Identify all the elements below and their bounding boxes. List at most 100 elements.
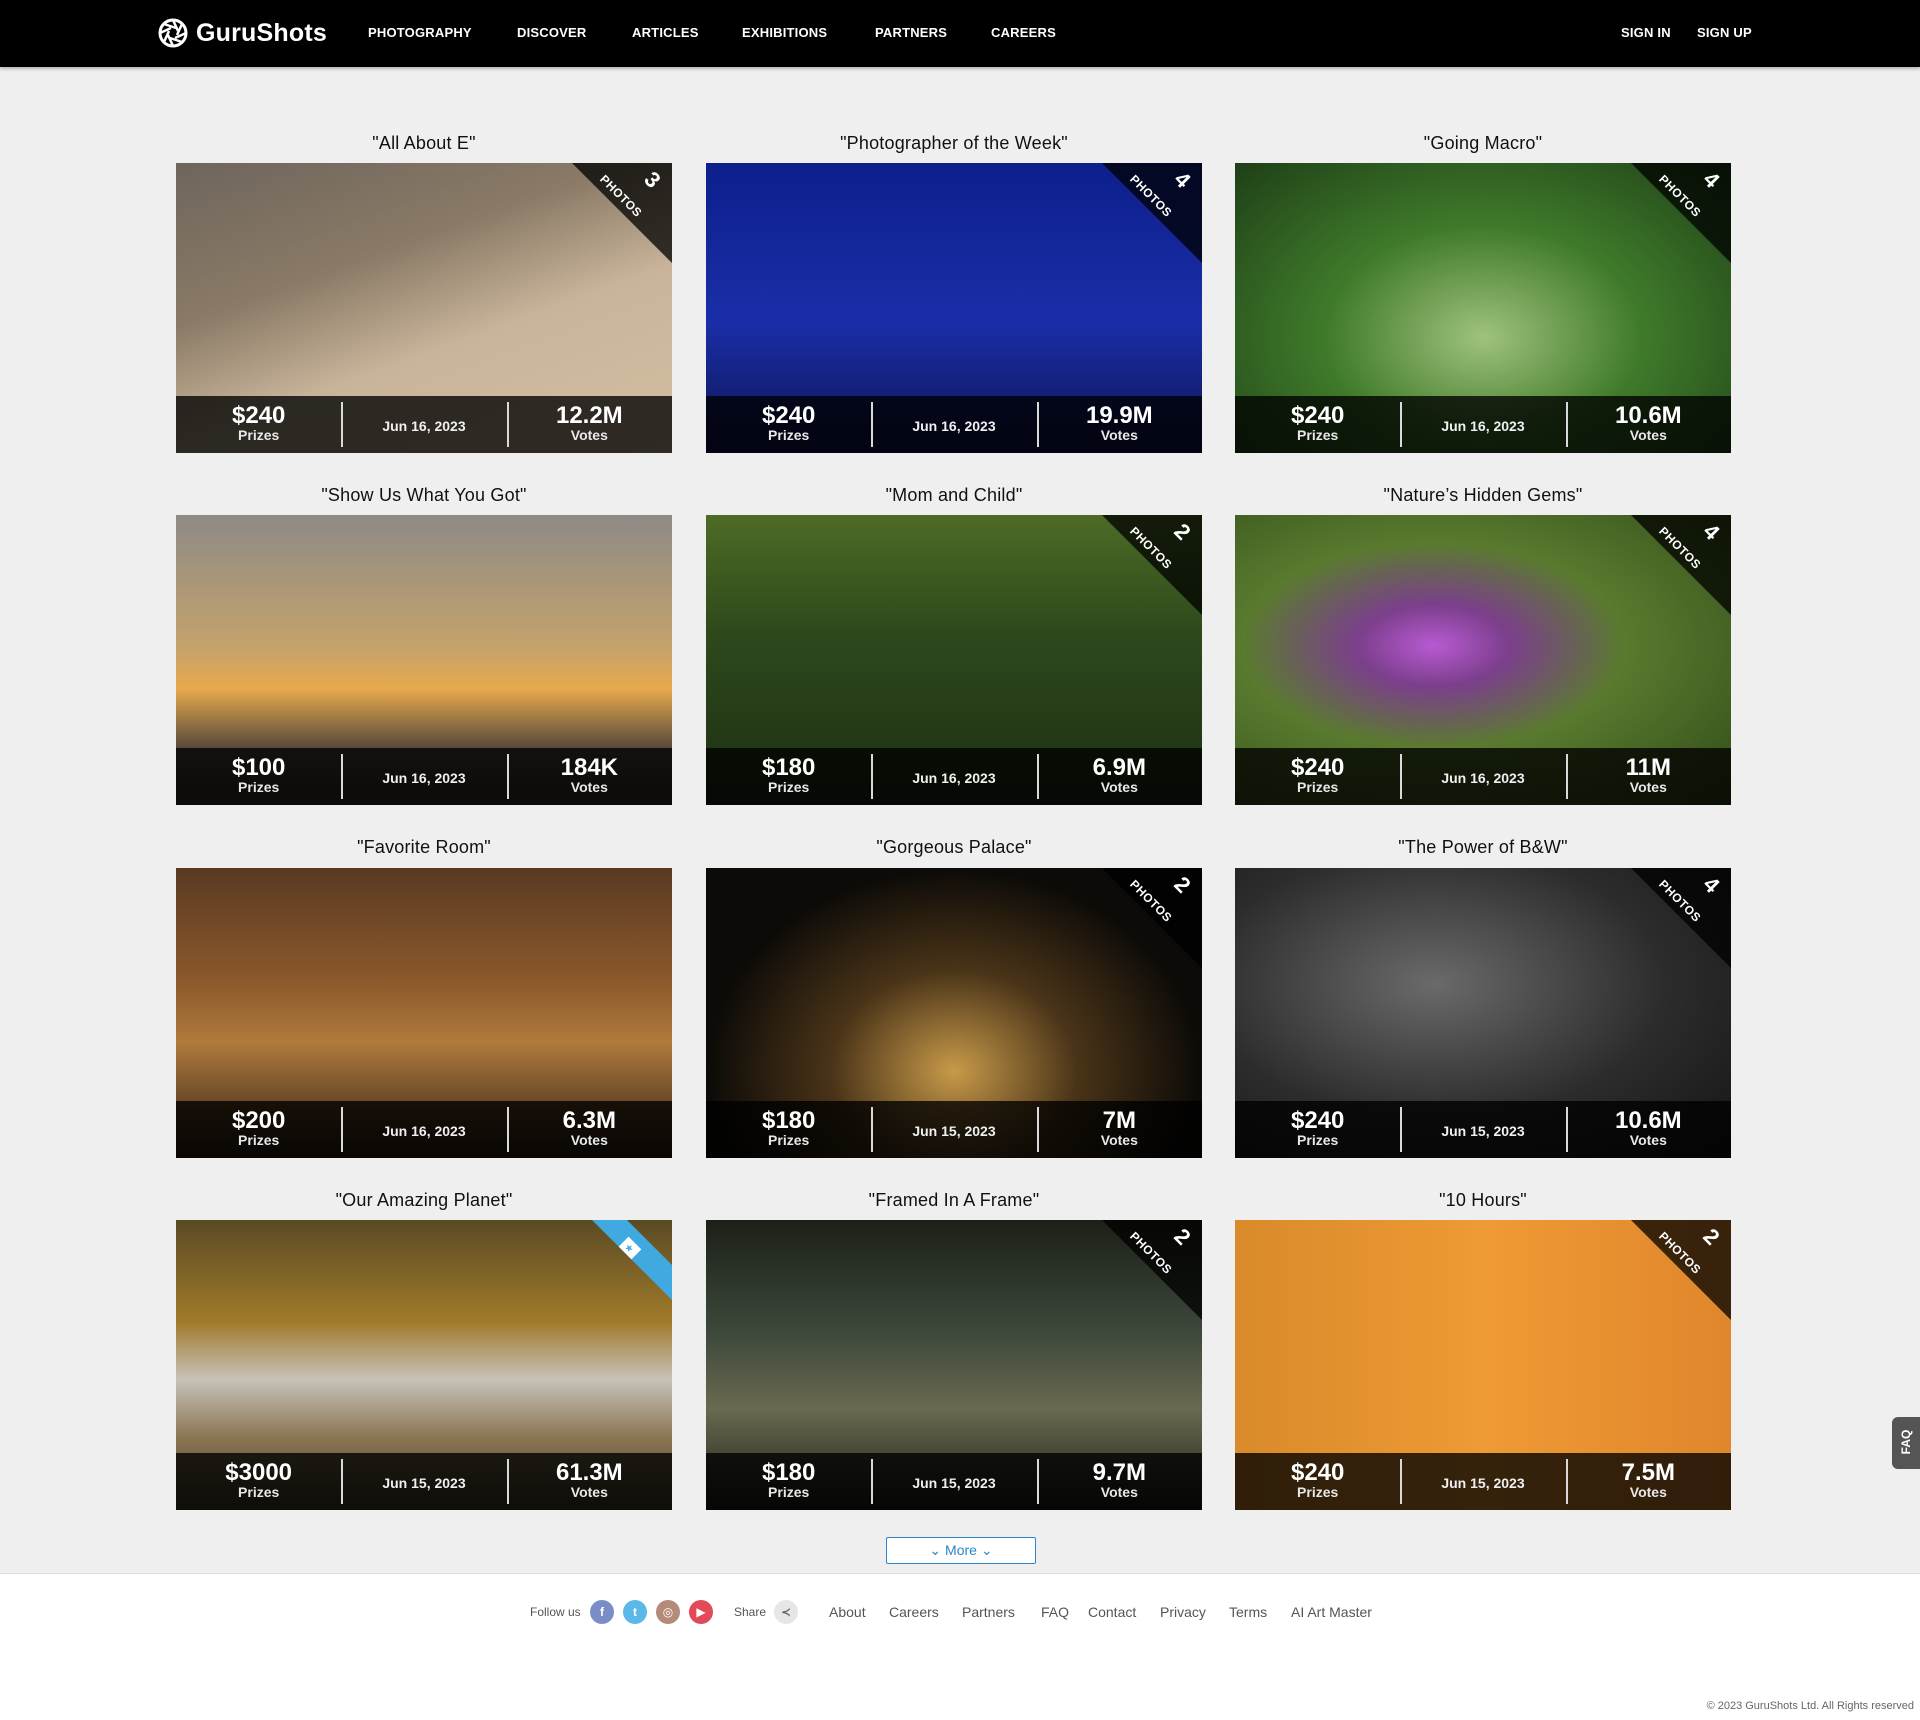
prize-label: Prizes bbox=[1297, 779, 1339, 795]
prize-label: Prizes bbox=[768, 1132, 810, 1148]
nav-articles[interactable]: ARTICLES bbox=[632, 25, 699, 40]
challenge-card[interactable]: 4 PHOTOS $240 Prizes Jun 16, 2023 11M Votes bbox=[1235, 515, 1731, 805]
challenge-card[interactable]: 2 PHOTOS $180 Prizes Jun 15, 2023 7M Votes bbox=[706, 868, 1202, 1158]
nav-careers[interactable]: CAREERS bbox=[991, 25, 1056, 40]
votes-label: Votes bbox=[570, 779, 608, 795]
challenge-card[interactable]: 2 PHOTOS $180 Prizes Jun 16, 2023 6.9M Votes bbox=[706, 515, 1202, 805]
footer-link-about[interactable]: About bbox=[829, 1604, 866, 1620]
challenge-title[interactable]: "Going Macro" bbox=[1235, 133, 1731, 154]
challenge-card[interactable]: ★ $3000 Prizes Jun 15, 2023 61.3M Votes bbox=[176, 1220, 672, 1510]
challenge-stats-bar: $180 Prizes Jun 15, 2023 7M Votes bbox=[706, 1101, 1202, 1158]
prize-label: Prizes bbox=[1297, 427, 1339, 443]
challenge-card[interactable]: $100 Prizes Jun 16, 2023 184K Votes bbox=[176, 515, 672, 805]
challenge-date: Jun 16, 2023 bbox=[912, 418, 996, 434]
votes-label: Votes bbox=[1629, 1484, 1667, 1500]
chevron-down-icon: ⌄ bbox=[929, 1542, 942, 1558]
footer-link-terms[interactable]: Terms bbox=[1229, 1604, 1267, 1620]
challenge-date: Jun 16, 2023 bbox=[382, 418, 466, 434]
challenge-stats-bar: $180 Prizes Jun 15, 2023 9.7M Votes bbox=[706, 1453, 1202, 1510]
share-label: Share bbox=[734, 1605, 767, 1619]
challenge-title[interactable]: "Mom and Child" bbox=[706, 485, 1202, 506]
challenge-title[interactable]: "Photographer of the Week" bbox=[706, 133, 1202, 154]
photos-ribbon: 4 PHOTOS bbox=[1631, 515, 1731, 615]
challenge-title[interactable]: "Our Amazing Planet" bbox=[176, 1190, 672, 1211]
prize-label: Prizes bbox=[1297, 1132, 1339, 1148]
challenge-title[interactable]: "Framed In A Frame" bbox=[706, 1190, 1202, 1211]
photos-ribbon: 3 PHOTOS bbox=[572, 163, 672, 263]
challenge-card[interactable]: 2 PHOTOS $240 Prizes Jun 15, 2023 7.5M Votes bbox=[1235, 1220, 1731, 1510]
prize-amount: $3000 bbox=[225, 1459, 293, 1486]
footer-link-faq[interactable]: FAQ bbox=[1041, 1604, 1069, 1620]
challenge-stats-bar: $240 Prizes Jun 16, 2023 10.6M Votes bbox=[1235, 396, 1731, 453]
votes-count: 10.6M bbox=[1614, 402, 1682, 429]
nav-exhibitions[interactable]: EXHIBITIONS bbox=[742, 25, 827, 40]
youtube-icon[interactable]: ▶ bbox=[689, 1600, 713, 1624]
votes-count: 10.6M bbox=[1614, 1107, 1682, 1134]
prize-amount: $240 bbox=[1290, 754, 1345, 781]
challenge-date: Jun 15, 2023 bbox=[912, 1475, 996, 1491]
more-button-label: More bbox=[945, 1542, 977, 1558]
votes-count: 12.2M bbox=[555, 402, 623, 429]
challenge-title[interactable]: "All About E" bbox=[176, 133, 672, 154]
footer-link-careers[interactable]: Careers bbox=[889, 1604, 939, 1620]
more-button[interactable]: ⌄ More ⌄ bbox=[886, 1537, 1036, 1564]
prize-amount: $100 bbox=[231, 754, 286, 781]
prize-amount: $240 bbox=[1290, 1107, 1345, 1134]
votes-label: Votes bbox=[570, 1484, 608, 1500]
votes-count: 7M bbox=[1102, 1107, 1136, 1134]
challenge-card[interactable]: $200 Prizes Jun 16, 2023 6.3M Votes bbox=[176, 868, 672, 1158]
challenge-card[interactable]: 3 PHOTOS $240 Prizes Jun 16, 2023 12.2M Votes bbox=[176, 163, 672, 453]
challenge-stats-bar: $100 Prizes Jun 16, 2023 184K Votes bbox=[176, 748, 672, 805]
prize-label: Prizes bbox=[768, 779, 810, 795]
nav-partners[interactable]: PARTNERS bbox=[875, 25, 947, 40]
challenge-stats-bar: $240 Prizes Jun 15, 2023 7.5M Votes bbox=[1235, 1453, 1731, 1510]
challenge-date: Jun 16, 2023 bbox=[1441, 770, 1525, 786]
votes-count: 9.7M bbox=[1092, 1459, 1146, 1486]
votes-label: Votes bbox=[1100, 779, 1138, 795]
share-icon[interactable]: ≺ bbox=[774, 1600, 798, 1624]
footer-link-ai-art-master[interactable]: AI Art Master bbox=[1291, 1604, 1372, 1620]
challenge-title[interactable]: "10 Hours" bbox=[1235, 1190, 1731, 1211]
nav-discover[interactable]: DISCOVER bbox=[517, 25, 587, 40]
sign-in-link[interactable]: SIGN IN bbox=[1621, 25, 1671, 40]
votes-label: Votes bbox=[1100, 427, 1138, 443]
challenge-title[interactable]: "The Power of B&W" bbox=[1235, 837, 1731, 858]
chevron-down-icon: ⌄ bbox=[980, 1542, 993, 1558]
challenge-title[interactable]: "Gorgeous Palace" bbox=[706, 837, 1202, 858]
votes-label: Votes bbox=[1100, 1484, 1138, 1500]
footer-link-contact[interactable]: Contact bbox=[1088, 1604, 1136, 1620]
challenge-date: Jun 16, 2023 bbox=[1441, 418, 1525, 434]
prize-amount: $180 bbox=[761, 1459, 816, 1486]
challenge-title[interactable]: "Show Us What You Got" bbox=[176, 485, 672, 506]
challenge-title[interactable]: "Nature’s Hidden Gems" bbox=[1235, 485, 1731, 506]
votes-label: Votes bbox=[570, 427, 608, 443]
sign-up-link[interactable]: SIGN UP bbox=[1697, 25, 1752, 40]
votes-count: 61.3M bbox=[555, 1459, 623, 1486]
votes-count: 6.9M bbox=[1092, 754, 1146, 781]
votes-count: 7.5M bbox=[1621, 1459, 1675, 1486]
challenge-card[interactable]: 4 PHOTOS $240 Prizes Jun 16, 2023 19.9M Votes bbox=[706, 163, 1202, 453]
prize-amount: $200 bbox=[231, 1107, 286, 1134]
challenge-card[interactable]: 2 PHOTOS $180 Prizes Jun 15, 2023 9.7M Votes bbox=[706, 1220, 1202, 1510]
challenge-stats-bar: $240 Prizes Jun 16, 2023 11M Votes bbox=[1235, 748, 1731, 805]
prize-amount: $240 bbox=[1290, 402, 1345, 429]
photos-ribbon: 4 PHOTOS bbox=[1631, 868, 1731, 968]
faq-side-tab[interactable]: FAQ bbox=[1892, 1417, 1920, 1469]
prize-label: Prizes bbox=[238, 779, 280, 795]
footer-link-privacy[interactable]: Privacy bbox=[1160, 1604, 1206, 1620]
challenge-stats-bar: $240 Prizes Jun 15, 2023 10.6M Votes bbox=[1235, 1101, 1731, 1158]
challenge-card[interactable]: 4 PHOTOS $240 Prizes Jun 16, 2023 10.6M Votes bbox=[1235, 163, 1731, 453]
challenge-card[interactable]: 4 PHOTOS $240 Prizes Jun 15, 2023 10.6M Votes bbox=[1235, 868, 1731, 1158]
prize-amount: $240 bbox=[1290, 1459, 1345, 1486]
challenge-date: Jun 16, 2023 bbox=[382, 770, 466, 786]
challenge-title[interactable]: "Favorite Room" bbox=[176, 837, 672, 858]
twitter-icon[interactable]: t bbox=[623, 1600, 647, 1624]
footer-link-partners[interactable]: Partners bbox=[962, 1604, 1015, 1620]
challenge-stats-bar: $180 Prizes Jun 16, 2023 6.9M Votes bbox=[706, 748, 1202, 805]
votes-count: 184K bbox=[560, 754, 618, 781]
instagram-icon[interactable]: ◎ bbox=[656, 1600, 680, 1624]
logo[interactable]: GuruShots bbox=[158, 17, 327, 49]
top-navbar: GuruShots PHOTOGRAPHY DISCOVER ARTICLES … bbox=[0, 0, 1920, 67]
facebook-icon[interactable]: f bbox=[590, 1600, 614, 1624]
nav-photography[interactable]: PHOTOGRAPHY bbox=[368, 25, 472, 40]
